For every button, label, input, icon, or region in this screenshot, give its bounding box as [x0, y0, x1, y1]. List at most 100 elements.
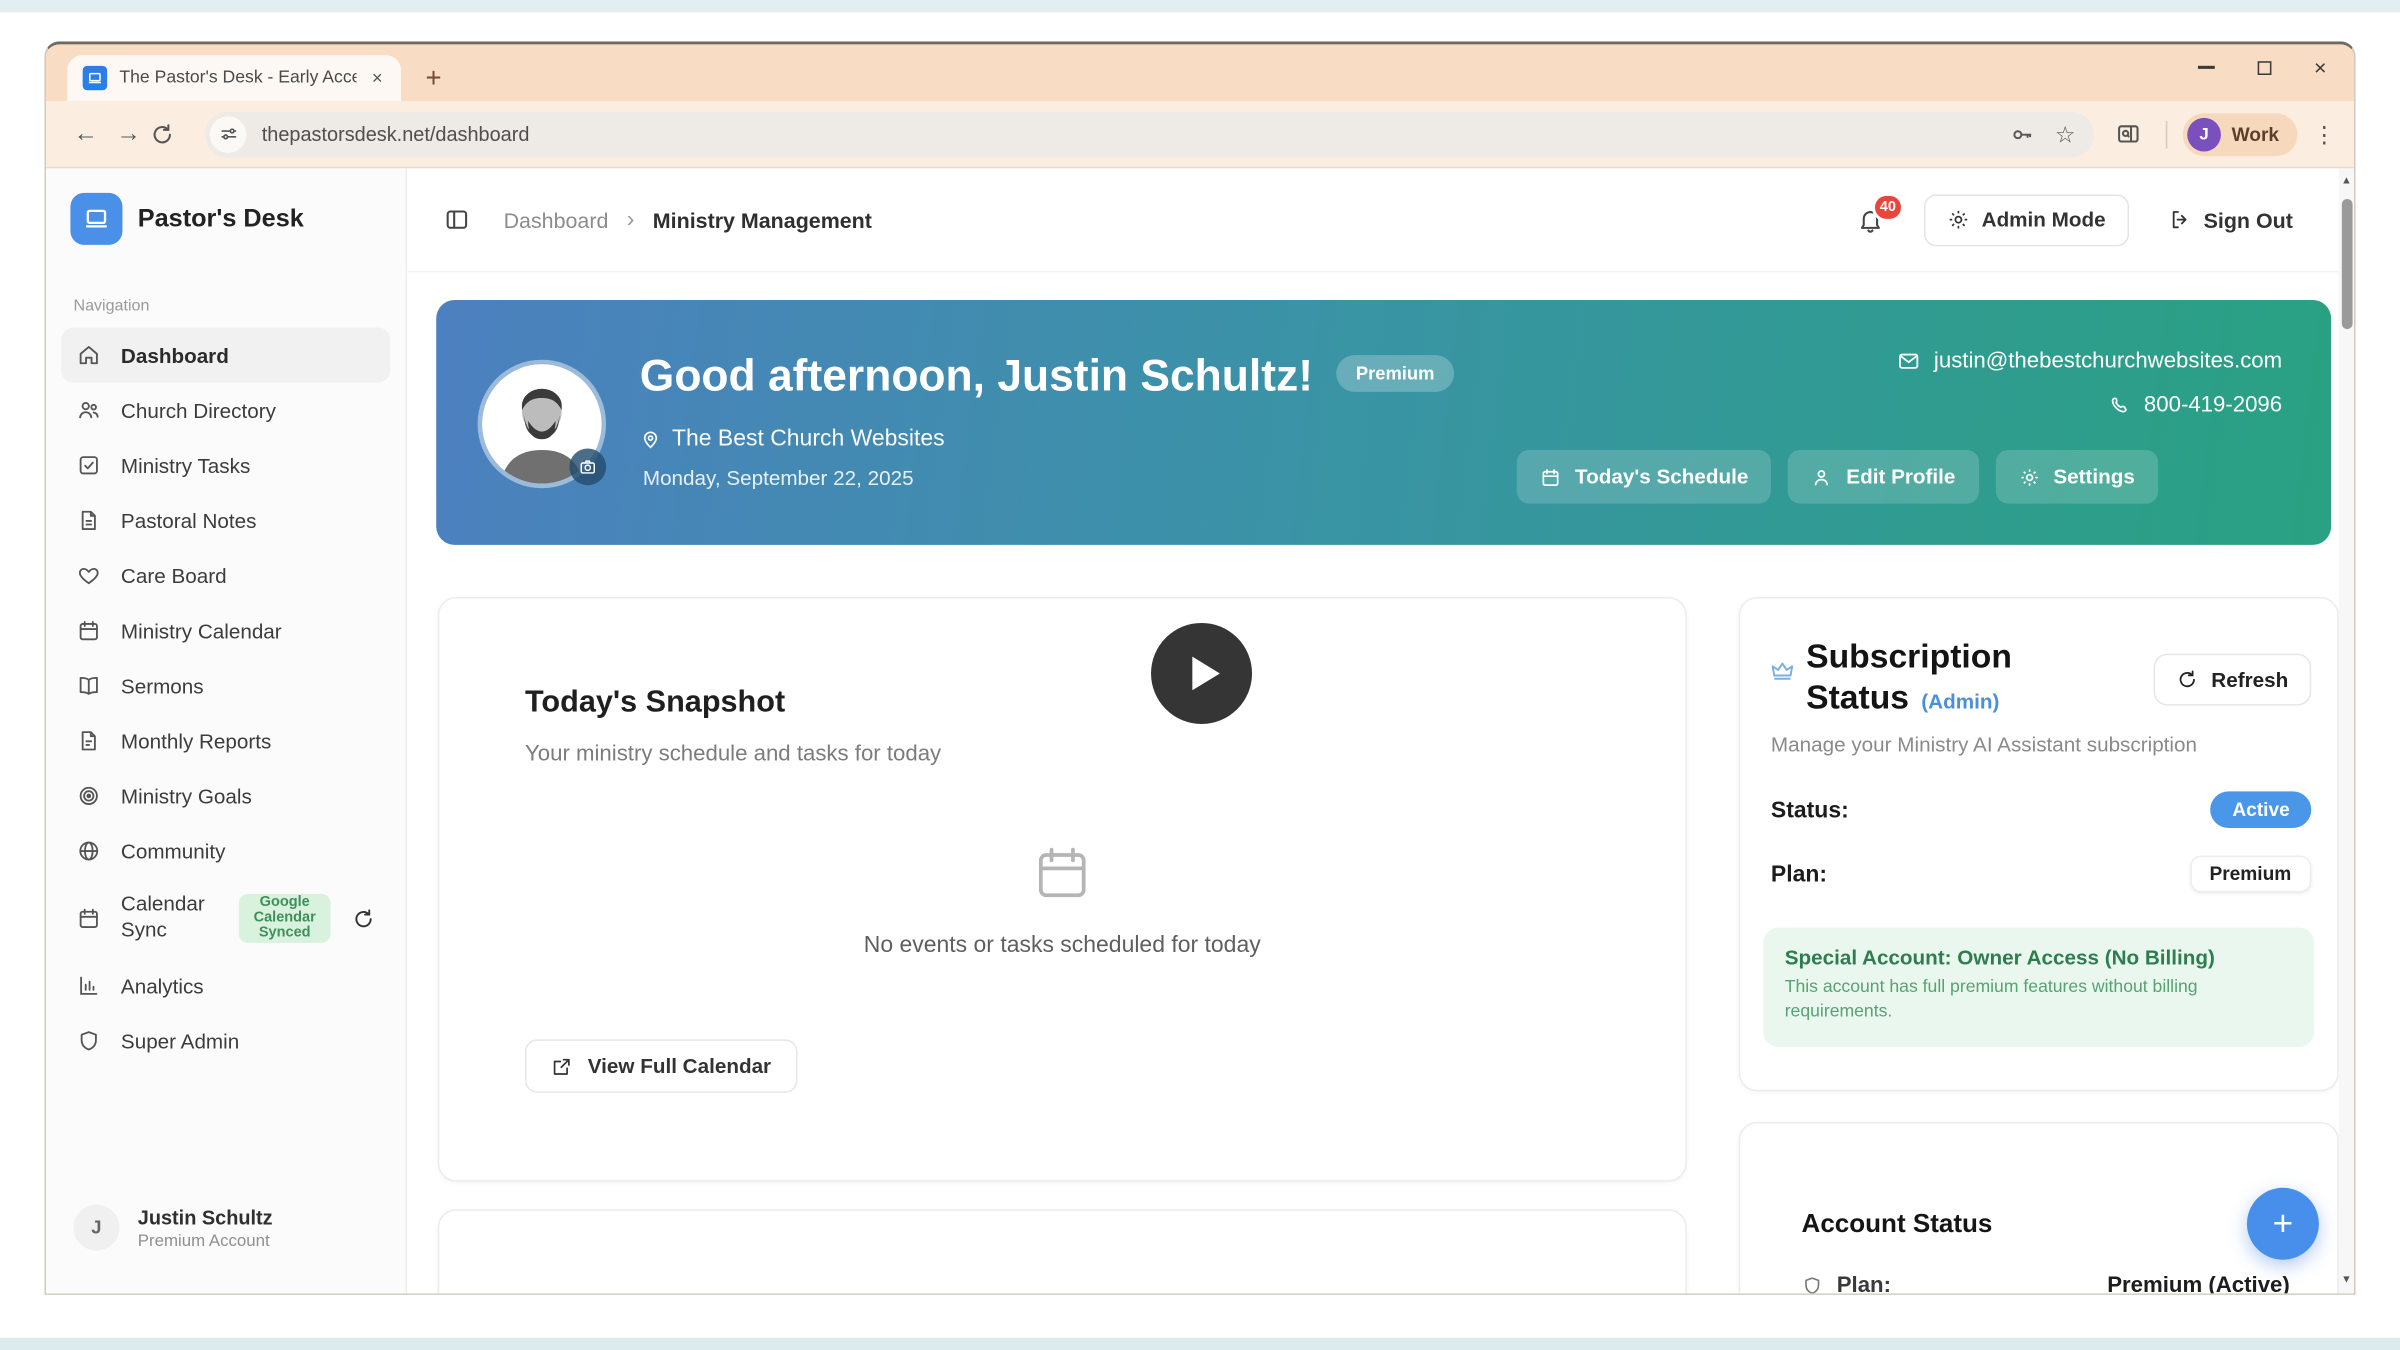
location-pin-icon	[640, 428, 661, 449]
site-info-icon[interactable]	[210, 116, 247, 153]
phone-row: 800-419-2096	[2109, 393, 2282, 417]
play-icon	[1192, 657, 1220, 691]
sidebar-item-label: Dashboard	[121, 344, 229, 367]
calendar-icon	[77, 906, 101, 930]
sign-out-button[interactable]: Sign Out	[2168, 207, 2292, 231]
reload-icon[interactable]	[150, 122, 193, 146]
sidebar-item-label: Care Board	[121, 564, 227, 587]
phone-number[interactable]: 800-419-2096	[2144, 393, 2282, 417]
maximize-icon[interactable]	[2257, 60, 2271, 74]
sidebar-item-community[interactable]: Community	[61, 823, 390, 878]
snapshot-title: Today's Snapshot	[525, 686, 785, 721]
sidebar-item-ministry-goals[interactable]: Ministry Goals	[61, 768, 390, 823]
view-full-calendar-button[interactable]: View Full Calendar	[525, 1039, 797, 1093]
notifications-button[interactable]: 40	[1856, 206, 1884, 234]
special-account-notice: Special Account: Owner Access (No Billin…	[1763, 928, 2314, 1047]
account-plan-label: Plan:	[1837, 1273, 1891, 1293]
organization-row: The Best Church Websites	[640, 426, 945, 452]
close-icon[interactable]: ×	[2314, 57, 2327, 78]
sidebar-toggle-icon[interactable]	[444, 207, 470, 233]
main-content: Dashboard › Ministry Management 40	[407, 168, 2354, 1293]
sidebar-item-church-directory[interactable]: Church Directory	[61, 383, 390, 438]
note-icon	[77, 508, 101, 532]
refresh-button[interactable]: Refresh	[2153, 654, 2311, 706]
sidebar-item-label: Pastoral Notes	[121, 509, 257, 532]
sidebar-user[interactable]: J Justin Schultz Premium Account	[46, 1180, 406, 1293]
page-header: Dashboard › Ministry Management 40	[407, 168, 2339, 272]
account-plan-value: Premium (Active)	[2107, 1273, 2290, 1293]
address-bar[interactable]: thepastorsdesk.net/dashboard ☆	[205, 111, 2094, 157]
calendar-icon	[1540, 466, 1561, 487]
user-plan: Premium Account	[138, 1231, 273, 1249]
new-tab-button[interactable]: +	[426, 63, 442, 95]
scrollbar-thumb[interactable]	[2341, 199, 2352, 329]
todays-schedule-button[interactable]: Today's Schedule	[1517, 450, 1771, 504]
subscription-title-line1: Subscription	[1806, 637, 2012, 677]
settings-button[interactable]: Settings	[1995, 450, 2158, 504]
mail-icon	[1896, 349, 1920, 373]
sidebar-item-ministry-tasks[interactable]: Ministry Tasks	[61, 438, 390, 493]
sidebar-item-super-admin[interactable]: Super Admin	[61, 1013, 390, 1068]
app-logo-icon	[70, 193, 122, 245]
greeting-title: Good afternoon, Justin Schultz!Premium	[640, 352, 1455, 403]
site-favicon-icon	[83, 66, 107, 90]
edit-profile-button[interactable]: Edit Profile	[1788, 450, 1978, 504]
notification-count-badge: 40	[1872, 192, 1903, 221]
organization-name: The Best Church Websites	[672, 426, 945, 452]
admin-mode-button[interactable]: Admin Mode	[1923, 194, 2128, 246]
sidebar-item-care-board[interactable]: Care Board	[61, 548, 390, 603]
sidebar-item-sermons[interactable]: Sermons	[61, 658, 390, 713]
sidebar-item-ministry-calendar[interactable]: Ministry Calendar	[61, 603, 390, 658]
brand-name: Pastor's Desk	[138, 204, 304, 233]
bookmark-star-icon[interactable]: ☆	[2055, 120, 2076, 148]
sidebar-item-calendar-sync[interactable]: Calendar Sync Google Calendar Synced	[61, 879, 390, 959]
plan-value-badge: Premium	[2190, 856, 2312, 893]
sidebar-item-pastoral-notes[interactable]: Pastoral Notes	[61, 493, 390, 548]
sidebar-item-dashboard[interactable]: Dashboard	[61, 328, 390, 383]
chevron-right-icon: ›	[627, 207, 635, 233]
back-icon[interactable]: ←	[64, 120, 107, 148]
report-icon	[77, 729, 101, 753]
gear-icon	[2018, 466, 2039, 487]
user-name: Justin Schultz	[138, 1205, 273, 1228]
home-icon	[77, 343, 101, 367]
sidebar-item-label: Church Directory	[121, 399, 276, 422]
breadcrumb-parent[interactable]: Dashboard	[504, 207, 609, 231]
add-fab-button[interactable]: +	[2247, 1188, 2319, 1260]
browser-tab-bar: The Pastor's Desk - Early Acces × + ×	[46, 44, 2354, 101]
target-icon	[77, 784, 101, 808]
browser-tab[interactable]: The Pastor's Desk - Early Acces ×	[67, 55, 401, 101]
sidebar-item-analytics[interactable]: Analytics	[61, 958, 390, 1013]
forward-icon[interactable]: →	[107, 120, 150, 148]
external-link-icon	[551, 1055, 572, 1076]
email-address[interactable]: justin@thebestchurchwebsites.com	[1934, 349, 2282, 373]
sidebar-item-label: Ministry Goals	[121, 784, 252, 807]
camera-icon[interactable]	[569, 448, 606, 485]
tab-close-icon[interactable]: ×	[369, 67, 386, 88]
profile-photo[interactable]	[482, 364, 601, 483]
notice-title: Special Account: Owner Access (No Billin…	[1785, 946, 2293, 969]
crown-icon	[1769, 658, 1795, 684]
refresh-icon	[2176, 669, 2197, 690]
sync-refresh-icon[interactable]	[352, 907, 375, 930]
notice-body: This account has full premium features w…	[1785, 977, 2253, 1024]
google-calendar-synced-badge: Google Calendar Synced	[239, 894, 331, 943]
sidebar-item-label: Ministry Calendar	[121, 619, 282, 642]
profile-avatar: J	[2187, 117, 2221, 151]
scroll-up-icon[interactable]: ▲	[2339, 176, 2354, 187]
scroll-down-icon[interactable]: ▼	[2339, 1275, 2354, 1286]
subscription-status-card: Subscription Status(Admin) Refresh Manag…	[1739, 597, 2339, 1091]
sidebar-item-label: Community	[121, 840, 225, 863]
url-text[interactable]: thepastorsdesk.net/dashboard	[262, 122, 2009, 145]
side-panel-icon[interactable]	[2115, 121, 2141, 147]
sidebar-item-label: Ministry Tasks	[121, 454, 250, 477]
browser-menu-icon[interactable]: ⋮	[2313, 120, 2336, 148]
premium-badge: Premium	[1336, 355, 1454, 392]
video-play-button[interactable]	[1151, 623, 1252, 724]
minimize-icon[interactable]	[2198, 66, 2215, 69]
page-scrollbar[interactable]: ▲ ▼	[2339, 168, 2354, 1293]
browser-profile-chip[interactable]: J Work	[2183, 113, 2298, 156]
sidebar-item-monthly-reports[interactable]: Monthly Reports	[61, 713, 390, 768]
subscription-subtitle: Manage your Ministry AI Assistant subscr…	[1771, 733, 2197, 756]
password-key-icon[interactable]	[2009, 122, 2033, 146]
